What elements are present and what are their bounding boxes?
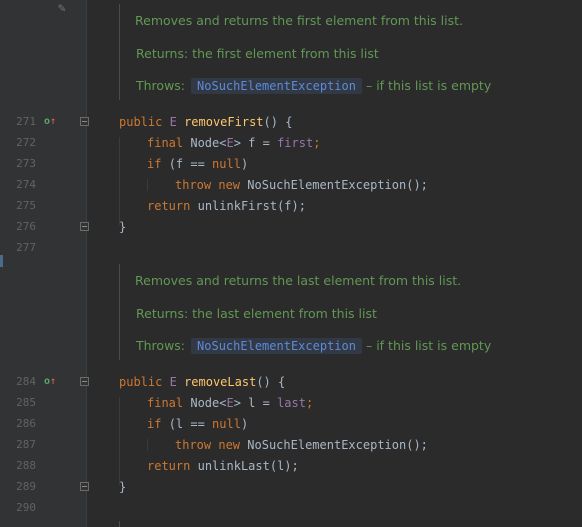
code-line[interactable]: } (119, 220, 126, 234)
line-number: 290 (16, 501, 36, 514)
code-text: (f == (168, 157, 213, 171)
line-number: 287 (16, 438, 36, 451)
line-number: 272 (16, 136, 36, 149)
keyword: throw (175, 438, 212, 452)
code-line[interactable]: if (f == null) (147, 157, 248, 171)
fold-marker-icon[interactable] (80, 377, 89, 386)
code-text: } (119, 480, 127, 494)
code-line[interactable]: return unlinkFirst(f); (147, 199, 306, 213)
code-text: (l == (168, 417, 213, 431)
code-text: unlinkLast(l); (197, 459, 299, 473)
doc-returns: Returns: the first element from this lis… (136, 46, 379, 61)
doc-summary: Removes and returns the last element fro… (135, 273, 462, 288)
field-ref: last (277, 396, 306, 410)
keyword: final (147, 396, 184, 410)
keyword: return (147, 199, 191, 213)
code-text: () { (263, 115, 293, 129)
indent-guide (147, 179, 148, 191)
type-param: E (226, 136, 234, 150)
keyword: final (147, 136, 184, 150)
line-number: 273 (16, 157, 36, 170)
code-text: ; (313, 136, 321, 150)
doc-comment-border (119, 4, 120, 100)
keyword: null (212, 417, 241, 431)
indent-guide (119, 137, 120, 225)
line-number: 274 (16, 178, 36, 191)
type-param: E (169, 375, 177, 389)
keyword: public (119, 115, 163, 129)
code-text: Node< (190, 136, 227, 150)
code-text: > l = (233, 396, 278, 410)
doc-comment-border (119, 264, 120, 360)
keyword: new (218, 178, 241, 192)
field-ref: first (277, 136, 314, 150)
doc-throws-desc: – if this list is empty (365, 338, 492, 353)
line-number: 271 (16, 115, 36, 128)
exception-link[interactable]: NoSuchElementException (191, 78, 362, 94)
code-text: ) (240, 157, 249, 171)
code-line[interactable]: return unlinkLast(l); (147, 459, 299, 473)
keyword: null (212, 157, 241, 171)
code-line[interactable]: throw new NoSuchElementException(); (175, 438, 428, 452)
code-text: ; (305, 396, 314, 410)
code-text: unlinkFirst(f); (197, 199, 306, 213)
line-number: 285 (16, 396, 36, 409)
indent-guide (147, 439, 148, 451)
exception-link[interactable]: NoSuchElementException (191, 338, 362, 354)
keyword: return (147, 459, 191, 473)
keyword: new (218, 438, 241, 452)
line-number: 289 (16, 480, 36, 493)
line-number: 275 (16, 199, 36, 212)
doc-throws-label: Throws: (136, 338, 186, 353)
type-param: E (226, 396, 234, 410)
override-gutter-icon[interactable]: o↑ (44, 376, 56, 388)
pencil-icon[interactable]: ✎ (58, 2, 66, 16)
fold-marker-icon[interactable] (80, 482, 89, 491)
doc-throws-label: Throws: (136, 78, 186, 93)
fold-marker-icon[interactable] (80, 222, 89, 231)
keyword: if (147, 157, 162, 171)
gutter-separator (86, 0, 87, 527)
code-line[interactable]: final Node<E> f = first; (147, 136, 320, 150)
keyword: public (119, 375, 163, 389)
method-signature[interactable]: public E removeLast() { (119, 375, 285, 389)
indent-guide (119, 397, 120, 485)
doc-throws: Throws: NoSuchElementException – if this l… (136, 78, 491, 94)
type-param: E (169, 115, 177, 129)
method-signature[interactable]: public E removeFirst() { (119, 115, 292, 129)
code-text: NoSuchElementException(); (247, 178, 428, 192)
doc-throws: Throws: NoSuchElementException – if this l… (136, 338, 491, 354)
code-text: NoSuchElementException(); (247, 438, 428, 452)
code-line[interactable]: if (l == null) (147, 417, 248, 431)
code-text: } (119, 220, 127, 234)
doc-throws-desc: – if this list is empty (365, 78, 492, 93)
code-text: ) (240, 417, 249, 431)
change-marker (0, 255, 3, 267)
line-number: 288 (16, 459, 36, 472)
line-number: 284 (16, 375, 36, 388)
code-line[interactable]: final Node<E> l = last; (147, 396, 313, 410)
line-number: 277 (16, 241, 36, 254)
method-name: removeFirst (184, 115, 264, 129)
code-line[interactable]: } (119, 480, 126, 494)
fold-marker-icon[interactable] (80, 117, 89, 126)
code-line[interactable]: throw new NoSuchElementException(); (175, 178, 428, 192)
override-gutter-icon[interactable]: o↑ (44, 116, 56, 128)
keyword: if (147, 417, 162, 431)
doc-comment-border (119, 521, 120, 527)
method-name: removeLast (184, 375, 257, 389)
code-text: > f = (233, 136, 278, 150)
line-number: 286 (16, 417, 36, 430)
code-text: () { (256, 375, 286, 389)
doc-returns: Returns: the last element from this list (136, 306, 377, 321)
line-number: 276 (16, 220, 36, 233)
keyword: throw (175, 178, 212, 192)
doc-summary: Removes and returns the first element fr… (135, 13, 463, 28)
code-text: Node< (190, 396, 227, 410)
